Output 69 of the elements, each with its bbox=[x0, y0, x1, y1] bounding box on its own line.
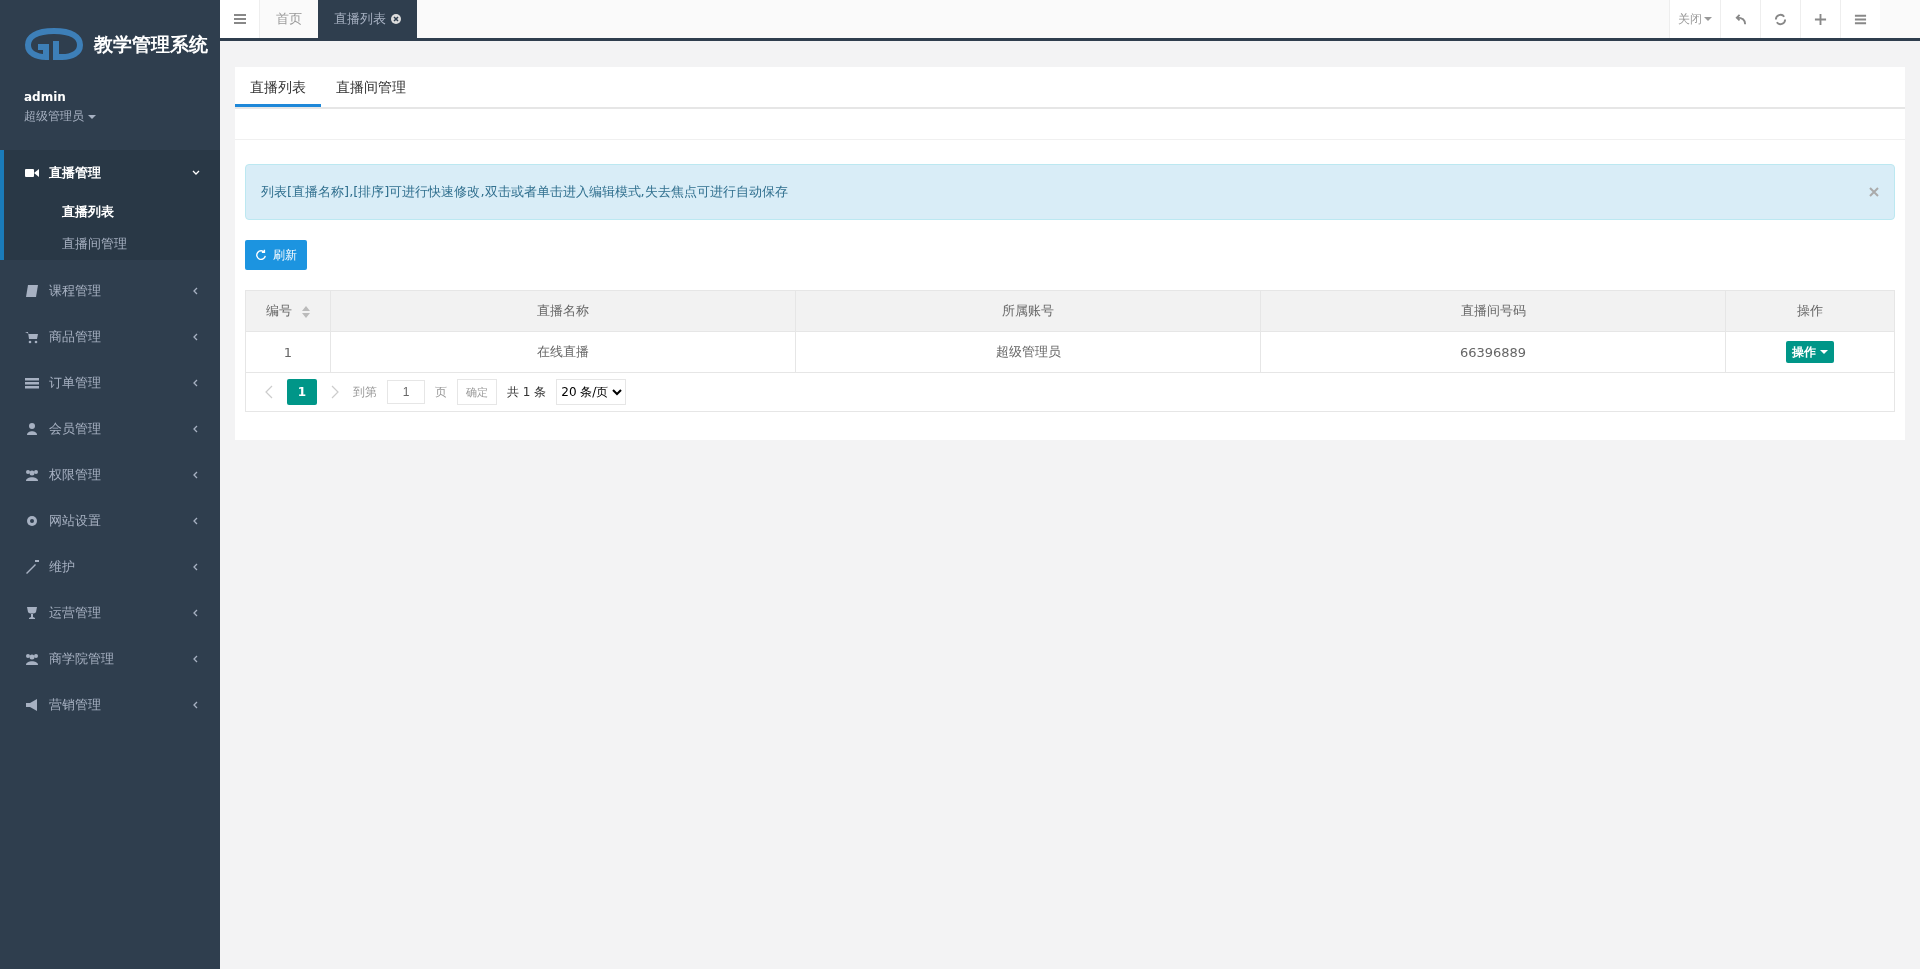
submenu-item[interactable]: 直播列表 bbox=[4, 196, 220, 228]
column-header: 直播间号码 bbox=[1260, 291, 1726, 332]
user-role-dropdown[interactable]: 超级管理员 bbox=[24, 108, 196, 125]
column-header: 直播名称 bbox=[330, 291, 796, 332]
menu-item[interactable]: 维护 bbox=[0, 544, 220, 590]
app-title: 教学管理系统 bbox=[94, 32, 208, 57]
content-tab[interactable]: 直播间管理 bbox=[321, 67, 421, 107]
table-cell: 66396889 bbox=[1260, 331, 1726, 373]
menu-item[interactable]: 直播管理 bbox=[4, 150, 220, 196]
page-tab[interactable]: 直播列表 bbox=[318, 0, 417, 38]
user-icon bbox=[25, 422, 39, 436]
chevron-icon bbox=[192, 471, 200, 479]
column-header: 所属账号 bbox=[795, 291, 1261, 332]
menu-item[interactable]: 网站设置 bbox=[0, 498, 220, 544]
users-icon bbox=[25, 652, 39, 666]
users-icon bbox=[25, 468, 39, 482]
page-size-select[interactable]: 20 条/页 bbox=[556, 379, 627, 405]
chevron-icon bbox=[192, 609, 200, 617]
alert-text: 列表[直播名称],[排序]可进行快速修改,双击或者单击进入编辑模式,失去焦点可进行自动保存 bbox=[261, 183, 789, 201]
table-cell: 1 bbox=[246, 331, 331, 373]
logo-icon bbox=[24, 27, 84, 63]
page-tab[interactable]: 首页 bbox=[260, 0, 318, 38]
chevron-icon bbox=[192, 425, 200, 433]
table-cell: 在线直播 bbox=[330, 331, 796, 373]
wand-icon bbox=[25, 560, 39, 574]
user-name: admin bbox=[24, 90, 67, 104]
chevron-icon bbox=[192, 333, 200, 341]
close-icon[interactable] bbox=[391, 14, 401, 24]
refresh-icon[interactable] bbox=[1760, 0, 1800, 38]
chevron-icon bbox=[192, 563, 200, 571]
content-tab[interactable]: 直播列表 bbox=[235, 67, 321, 107]
refresh-button[interactable]: 刷新 bbox=[245, 240, 307, 270]
menu-icon[interactable] bbox=[1840, 0, 1880, 38]
submenu-item[interactable]: 直播间管理 bbox=[4, 228, 220, 260]
menu-item[interactable]: 商品管理 bbox=[0, 314, 220, 360]
chevron-icon bbox=[192, 379, 200, 387]
cart-icon bbox=[25, 330, 39, 344]
confirm-button[interactable]: 确定 bbox=[457, 379, 497, 405]
settings-icon bbox=[25, 514, 39, 528]
action-dropdown-button[interactable]: 操作 bbox=[1786, 341, 1834, 363]
refresh-icon bbox=[255, 249, 267, 261]
list-icon bbox=[25, 376, 39, 390]
megaphone-icon bbox=[25, 698, 39, 712]
menu-item[interactable]: 营销管理 bbox=[0, 682, 220, 728]
total-count: 共 1 条 bbox=[507, 383, 547, 401]
menu-item[interactable]: 订单管理 bbox=[0, 360, 220, 406]
chevron-icon bbox=[192, 655, 200, 663]
goto-label: 到第 bbox=[353, 383, 377, 401]
trophy-icon bbox=[25, 606, 39, 620]
menu-item[interactable]: 会员管理 bbox=[0, 406, 220, 452]
menu-item[interactable]: 商学院管理 bbox=[0, 636, 220, 682]
reply-icon[interactable] bbox=[1720, 0, 1760, 38]
page-number[interactable]: 1 bbox=[287, 379, 317, 405]
close-dropdown[interactable]: 关闭 bbox=[1669, 0, 1720, 38]
column-header: 操作 bbox=[1725, 291, 1894, 332]
menu-icon[interactable] bbox=[220, 0, 260, 38]
sort-icon[interactable] bbox=[302, 305, 310, 318]
column-header[interactable]: 编号 bbox=[246, 291, 331, 332]
menu-item[interactable]: 运营管理 bbox=[0, 590, 220, 636]
menu-item[interactable]: 权限管理 bbox=[0, 452, 220, 498]
chevron-icon bbox=[192, 169, 200, 177]
menu-item[interactable]: 课程管理 bbox=[0, 268, 220, 314]
chevron-icon bbox=[192, 701, 200, 709]
chevron-icon bbox=[192, 287, 200, 295]
table-cell: 超级管理员 bbox=[795, 331, 1261, 373]
chevron-icon bbox=[192, 517, 200, 525]
page-input[interactable]: 1 bbox=[387, 380, 425, 404]
page-unit-label: 页 bbox=[435, 383, 447, 401]
video-camera-icon bbox=[25, 166, 39, 180]
